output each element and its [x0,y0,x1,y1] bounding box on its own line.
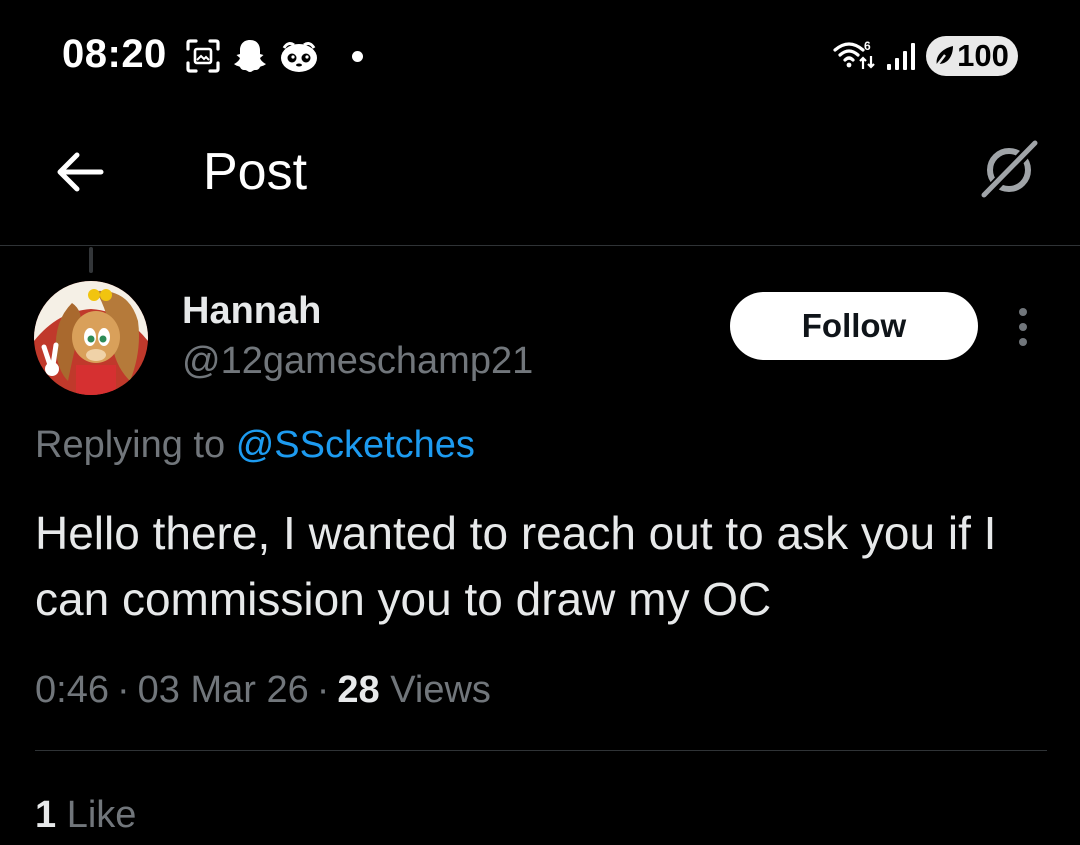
avatar-image [34,281,148,395]
screenshot-icon [186,39,220,73]
snapchat-icon [234,40,266,72]
avatar[interactable] [34,281,148,395]
post-header: Post [0,110,1080,246]
more-dot [1019,338,1027,346]
likes-summary[interactable]: 1 Like [35,794,136,837]
views-label: Views [390,669,491,711]
svg-text:6: 6 [864,39,871,53]
status-system-icons: 6 100 [832,34,1018,78]
signal-icon [887,43,915,70]
battery-indicator: 100 [926,36,1018,76]
separator-dot: · [316,669,330,711]
post-time[interactable]: 0:46 [35,669,109,711]
more-dot [1019,308,1027,316]
status-notification-icons [184,34,363,78]
post-metadata: 0:46 · 03 Mar 26 · 28 Views [35,669,491,712]
replying-prefix: Replying to [35,424,226,466]
mobile-game-icon [281,42,317,72]
back-button[interactable] [48,140,112,204]
page-title: Post [203,143,308,201]
separator-dot: · [116,669,130,711]
views-count: 28 [337,669,380,711]
notification-dot [352,50,363,62]
post-text: Hello there, I wanted to reach out to as… [35,507,997,625]
battery-saver-icon [934,46,954,69]
post-date[interactable]: 03 Mar 26 [138,669,309,711]
replying-handle-link[interactable]: @SScketches [236,424,475,466]
likes-count: 1 [35,794,57,836]
follow-button[interactable]: Follow [730,292,978,360]
more-options-button[interactable] [1006,302,1040,352]
grok-icon [981,139,1040,199]
likes-label: Like [66,794,137,836]
author-name[interactable]: Hannah [182,290,321,333]
status-time: 08:20 [62,32,167,76]
more-dot [1019,323,1027,331]
status-bar: 08:20 6 100 [0,0,1080,110]
replying-to: Replying to @SScketches [35,424,475,467]
battery-level: 100 [957,38,1009,73]
author-handle[interactable]: @12gameschamp21 [182,340,533,383]
divider [35,750,1047,751]
wifi-icon: 6 [833,39,875,69]
grok-button[interactable] [974,134,1044,204]
arrow-left-icon [57,152,104,192]
thread-connector [89,247,93,273]
